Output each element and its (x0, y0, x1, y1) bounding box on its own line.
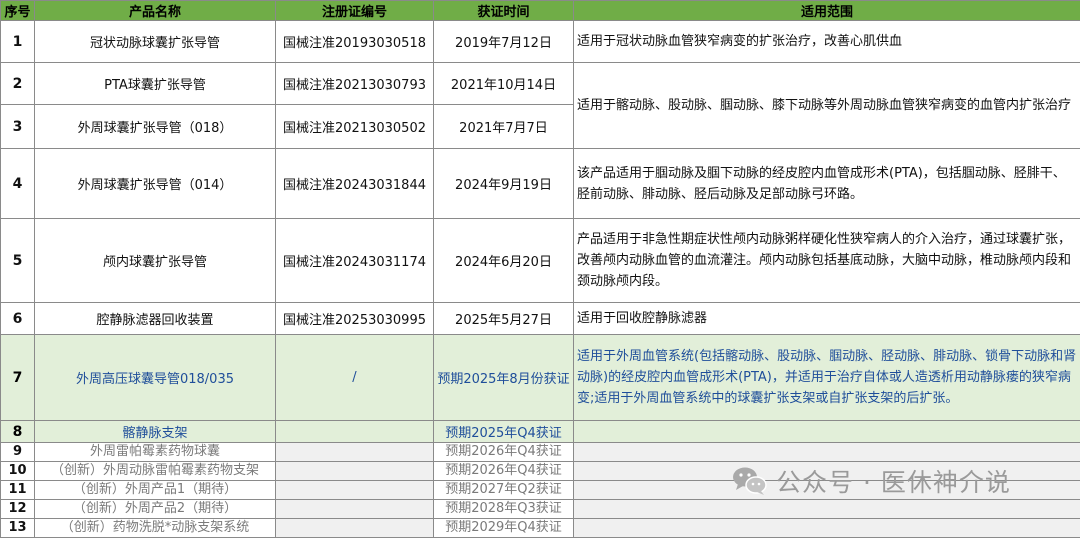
table-row: 8 髂静脉支架 预期2025年Q4获证 (1, 421, 1080, 443)
registration-no: / (276, 335, 434, 421)
product-name: 外周高压球囊导管018/035 (35, 335, 276, 421)
product-name: 外周雷帕霉素药物球囊 (35, 443, 276, 462)
approval-date: 2024年6月20日 (434, 219, 574, 303)
approval-date: 预期2029年Q4获证 (434, 519, 574, 538)
table-row: 11 （创新）外周产品1（期待） 预期2027年Q2获证 (1, 481, 1080, 500)
row-index: 3 (1, 105, 35, 149)
registration-no: 国械注准20193030518 (276, 21, 434, 63)
row-index: 4 (1, 149, 35, 219)
row-index: 6 (1, 303, 35, 335)
row-index: 5 (1, 219, 35, 303)
product-name: 外周球囊扩张导管（014） (35, 149, 276, 219)
approval-date: 2025年5月27日 (434, 303, 574, 335)
registration-no: 国械注准20213030502 (276, 105, 434, 149)
scope-text: 适用于回收腔静脉滤器 (574, 303, 1080, 335)
approval-date: 2021年7月7日 (434, 105, 574, 149)
approval-date: 预期2028年Q3获证 (434, 500, 574, 519)
table-row: 6 腔静脉滤器回收装置 国械注准20253030995 2025年5月27日 适… (1, 303, 1080, 335)
table-row: 4 外周球囊扩张导管（014） 国械注准20243031844 2024年9月1… (1, 149, 1080, 219)
product-name: 冠状动脉球囊扩张导管 (35, 21, 276, 63)
approval-date: 2019年7月12日 (434, 21, 574, 63)
row-index: 1 (1, 21, 35, 63)
header-scope: 适用范围 (574, 1, 1080, 21)
table-row: 9 外周雷帕霉素药物球囊 预期2026年Q4获证 (1, 443, 1080, 462)
scope-text: 该产品适用于腘动脉及腘下动脉的经皮腔内血管成形术(PTA)，包括腘动脉、胫腓干、… (574, 149, 1080, 219)
approval-date: 预期2026年Q4获证 (434, 443, 574, 462)
table-row: 2 PTA球囊扩张导管 国械注准20213030793 2021年10月14日 … (1, 63, 1080, 105)
row-index: 10 (1, 462, 35, 481)
scope-text (574, 462, 1080, 481)
scope-text: 适用于髂动脉、股动脉、腘动脉、膝下动脉等外周动脉血管狭窄病变的血管内扩张治疗 (574, 63, 1080, 149)
product-name: 髂静脉支架 (35, 421, 276, 443)
row-index: 12 (1, 500, 35, 519)
table-row: 13 （创新）药物洗脱*动脉支架系统 预期2029年Q4获证 (1, 519, 1080, 538)
approval-date: 2024年9月19日 (434, 149, 574, 219)
scope-text: 适用于冠状动脉血管狭窄病变的扩张治疗，改善心肌供血 (574, 21, 1080, 63)
row-index: 8 (1, 421, 35, 443)
approval-date: 预期2027年Q2获证 (434, 481, 574, 500)
registration-no (276, 462, 434, 481)
registration-no (276, 500, 434, 519)
product-name: （创新）外周产品1（期待） (35, 481, 276, 500)
header-product-name: 产品名称 (35, 1, 276, 21)
table-row: 10 （创新）外周动脉雷帕霉素药物支架 预期2026年Q4获证 (1, 462, 1080, 481)
registration-no (276, 519, 434, 538)
registration-no: 国械注准20213030793 (276, 63, 434, 105)
table-row: 12 （创新）外周产品2（期待） 预期2028年Q3获证 (1, 500, 1080, 519)
scope-text (574, 443, 1080, 462)
scope-text (574, 500, 1080, 519)
registration-no (276, 443, 434, 462)
row-index: 9 (1, 443, 35, 462)
product-name: 外周球囊扩张导管（018） (35, 105, 276, 149)
approval-date: 预期2026年Q4获证 (434, 462, 574, 481)
scope-text (574, 481, 1080, 500)
row-index: 2 (1, 63, 35, 105)
product-name: （创新）药物洗脱*动脉支架系统 (35, 519, 276, 538)
header-row: 序号 产品名称 注册证编号 获证时间 适用范围 (1, 1, 1080, 21)
registration-no (276, 481, 434, 500)
table-row: 1 冠状动脉球囊扩张导管 国械注准20193030518 2019年7月12日 … (1, 21, 1080, 63)
row-index: 7 (1, 335, 35, 421)
approval-date: 预期2025年8月份获证 (434, 335, 574, 421)
registration-no: 国械注准20253030995 (276, 303, 434, 335)
table-row: 7 外周高压球囊导管018/035 / 预期2025年8月份获证 适用于外周血管… (1, 335, 1080, 421)
header-registration-no: 注册证编号 (276, 1, 434, 21)
registration-no: 国械注准20243031174 (276, 219, 434, 303)
product-name: （创新）外周动脉雷帕霉素药物支架 (35, 462, 276, 481)
row-index: 13 (1, 519, 35, 538)
product-name: （创新）外周产品2（期待） (35, 500, 276, 519)
approval-date: 2021年10月14日 (434, 63, 574, 105)
scope-text: 产品适用于非急性期症状性颅内动脉粥样硬化性狭窄病人的介入治疗，通过球囊扩张，改善… (574, 219, 1080, 303)
product-name: 颅内球囊扩张导管 (35, 219, 276, 303)
scope-text (574, 519, 1080, 538)
header-index: 序号 (1, 1, 35, 21)
row-index: 11 (1, 481, 35, 500)
product-table: 序号 产品名称 注册证编号 获证时间 适用范围 1 冠状动脉球囊扩张导管 国械注… (0, 0, 1080, 538)
header-approval-date: 获证时间 (434, 1, 574, 21)
table-row: 5 颅内球囊扩张导管 国械注准20243031174 2024年6月20日 产品… (1, 219, 1080, 303)
registration-no: 国械注准20243031844 (276, 149, 434, 219)
registration-no (276, 421, 434, 443)
scope-text (574, 421, 1080, 443)
product-name: PTA球囊扩张导管 (35, 63, 276, 105)
approval-date: 预期2025年Q4获证 (434, 421, 574, 443)
scope-text: 适用于外周血管系统(包括髂动脉、股动脉、腘动脉、胫动脉、腓动脉、锁骨下动脉和肾动… (574, 335, 1080, 421)
product-name: 腔静脉滤器回收装置 (35, 303, 276, 335)
